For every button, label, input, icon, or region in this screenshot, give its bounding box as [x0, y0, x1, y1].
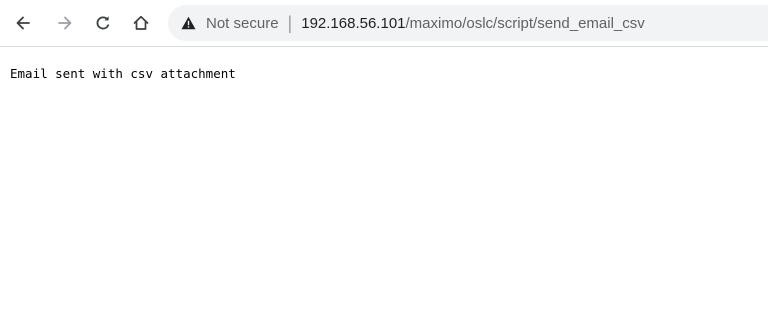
arrow-left-icon	[16, 16, 30, 30]
reload-icon	[96, 16, 110, 30]
browser-toolbar: Not secure | 192.168.56.101/maximo/oslc/…	[0, 0, 768, 47]
back-button[interactable]	[8, 8, 38, 38]
warning-triangle-icon[interactable]	[181, 16, 196, 30]
security-status-label[interactable]: Not secure	[206, 15, 279, 32]
separator: |	[287, 13, 293, 33]
forward-button[interactable]	[50, 8, 80, 38]
page-body-text: Email sent with csv attachment	[10, 66, 236, 81]
url-host[interactable]: 192.168.56.101	[301, 15, 405, 32]
reload-button[interactable]	[88, 8, 118, 38]
address-bar[interactable]: Not secure | 192.168.56.101/maximo/oslc/…	[168, 5, 768, 41]
url-path[interactable]: /maximo/oslc/script/send_email_csv	[406, 15, 645, 32]
arrow-right-icon	[58, 16, 72, 30]
home-icon	[133, 15, 149, 30]
toolbar-divider	[0, 46, 768, 47]
home-button[interactable]	[126, 8, 156, 38]
